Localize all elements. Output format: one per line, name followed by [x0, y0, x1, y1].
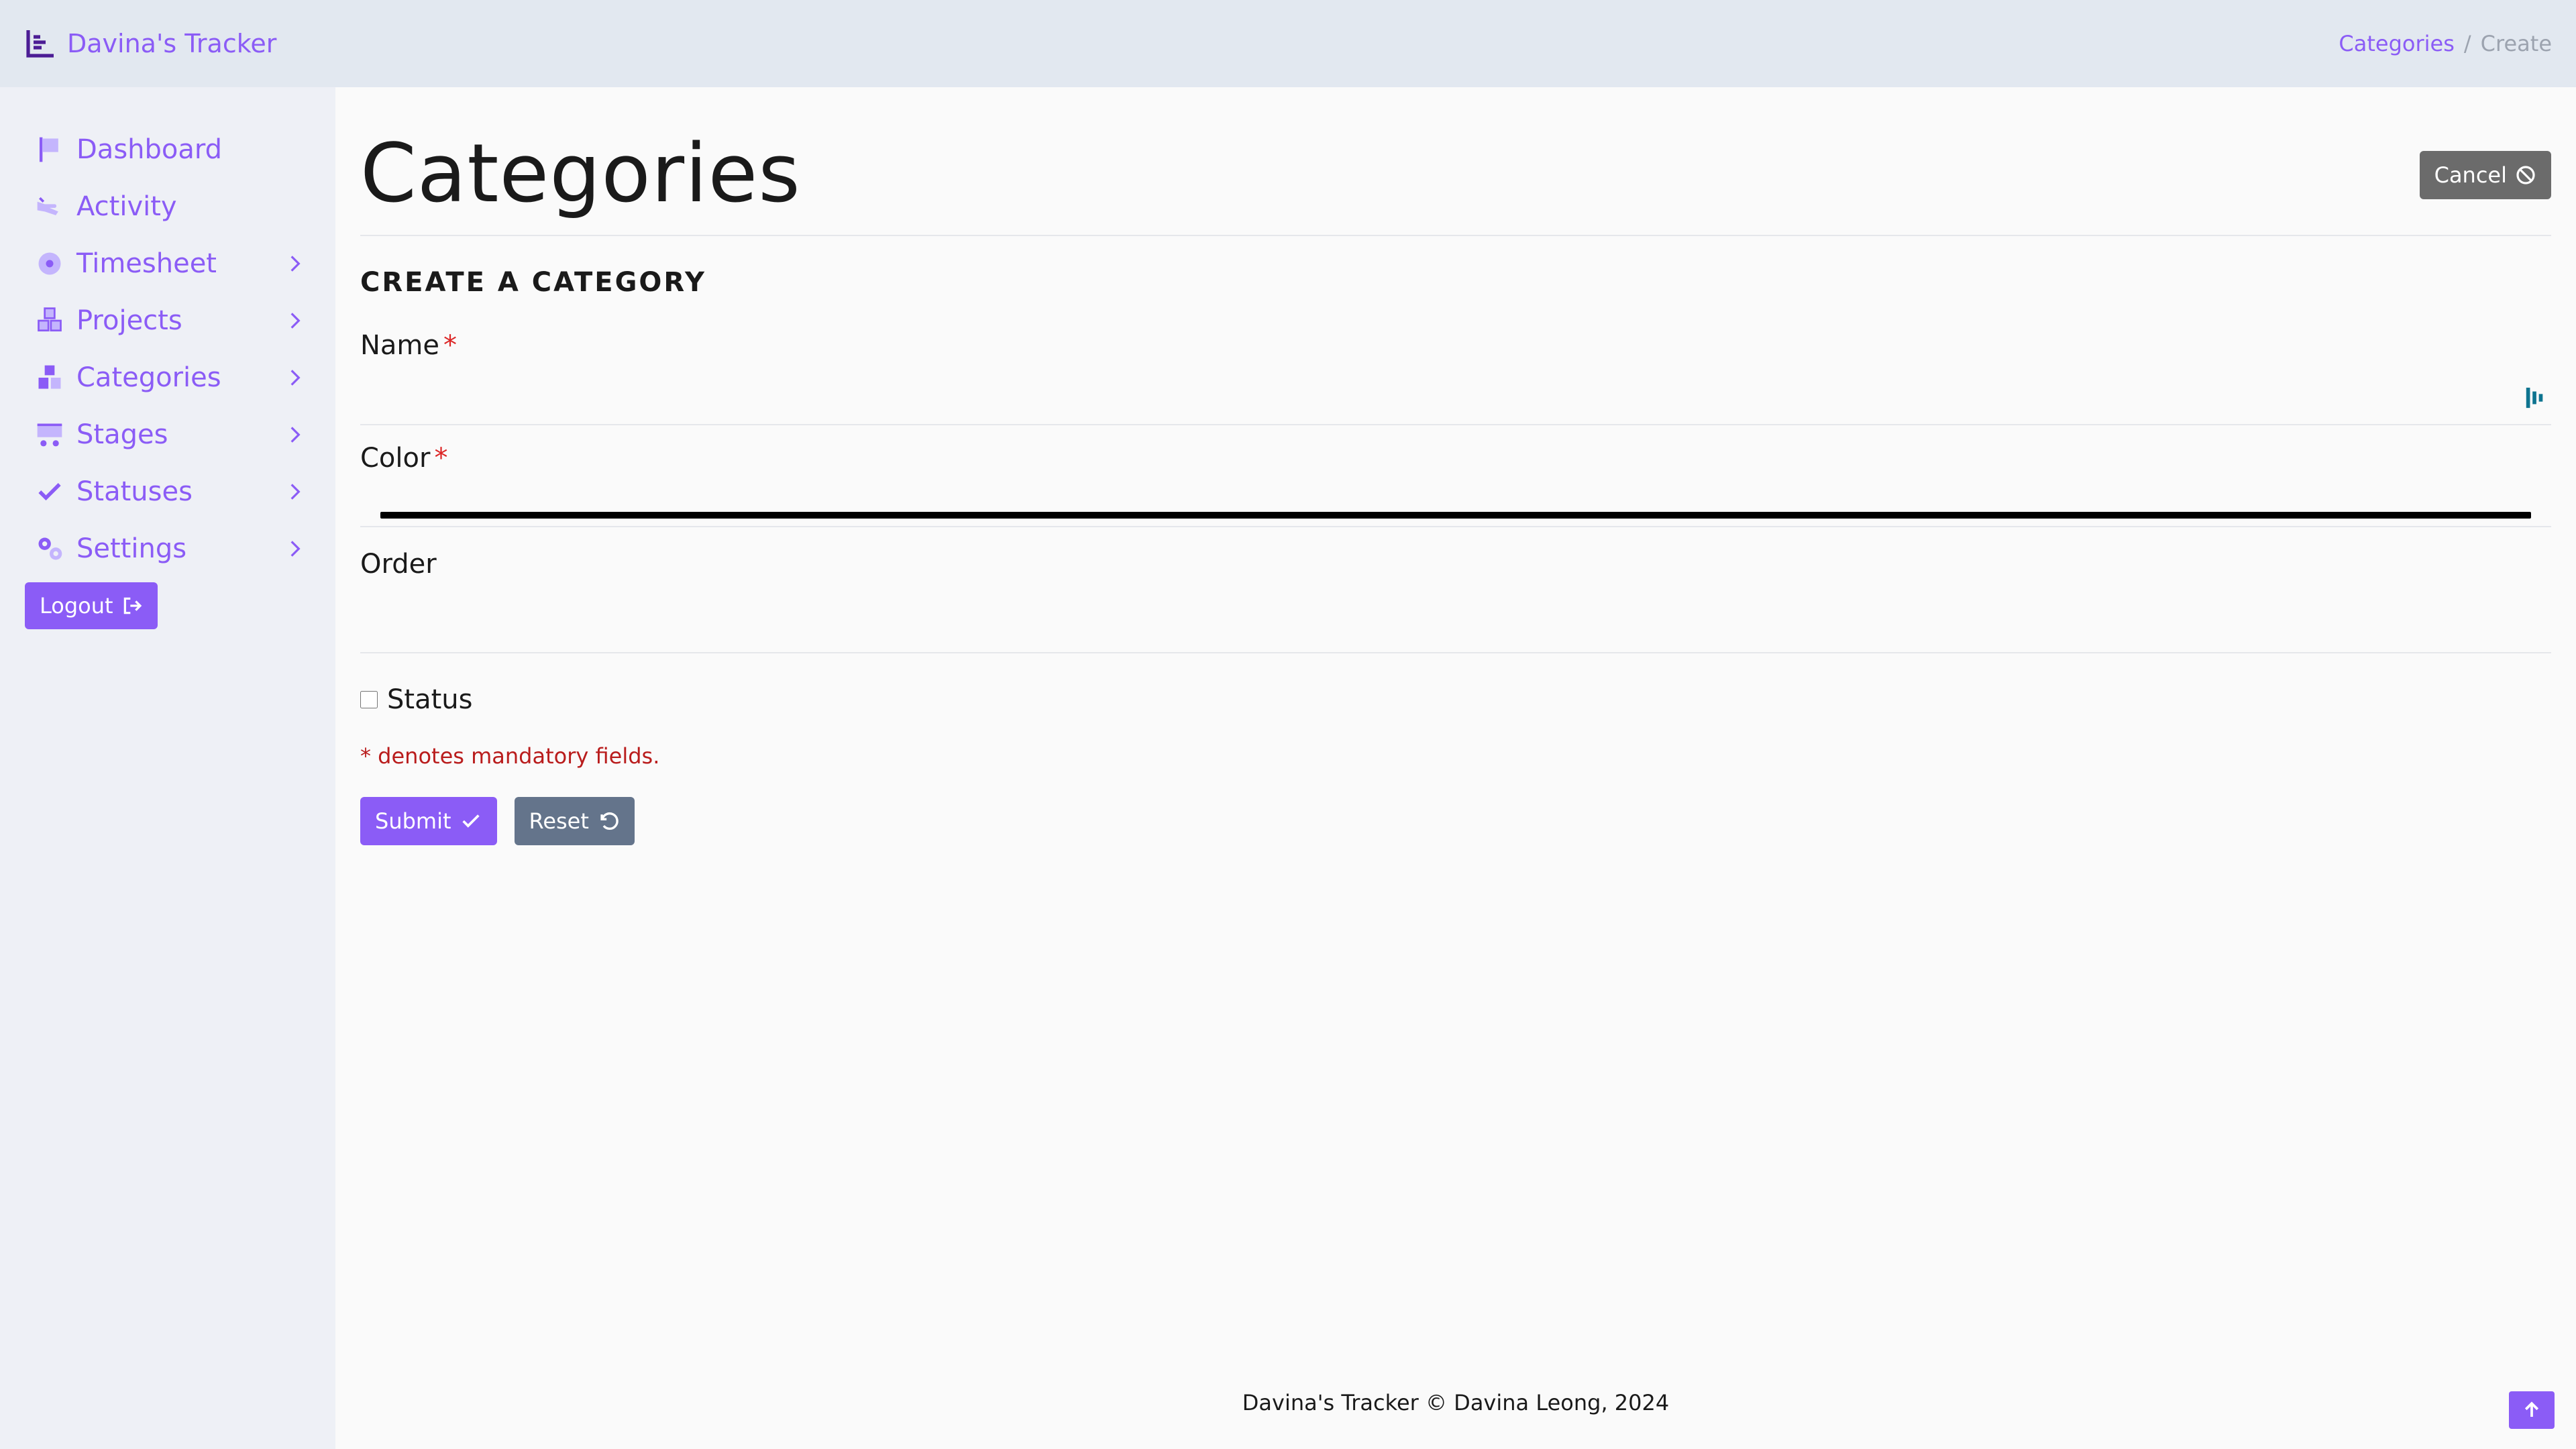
chevron-right-icon [290, 483, 301, 500]
check-icon [462, 814, 480, 828]
color-label: Color * [360, 443, 448, 474]
sidebar-item-activity[interactable]: Activity [0, 178, 335, 235]
status-checkbox[interactable] [360, 691, 378, 708]
color-picker-input[interactable] [380, 512, 2531, 519]
name-input[interactable] [360, 377, 2551, 417]
top-bar: Davina's Tracker Categories / Create [0, 0, 2576, 87]
form-title: CREATE A CATEGORY [360, 267, 706, 298]
hand-icon [34, 191, 66, 223]
cancel-button[interactable]: Cancel [2419, 151, 2551, 199]
sidebar-item-projects[interactable]: Projects [0, 292, 335, 349]
brand-name: Davina's Tracker [67, 29, 277, 58]
sign-out-icon [123, 597, 142, 614]
status-row: Status [360, 684, 2551, 715]
name-label: Name * [360, 330, 458, 361]
sidebar-item-categories[interactable]: Categories [0, 349, 335, 406]
chevron-right-icon [290, 540, 301, 557]
required-mark: * [443, 330, 458, 361]
sidebar-item-label: Timesheet [76, 248, 217, 279]
scroll-to-top-button[interactable] [2509, 1391, 2555, 1429]
sidebar-item-label: Categories [76, 362, 221, 393]
order-label: Order [360, 549, 437, 580]
required-mark: * [434, 443, 448, 474]
sidebar-item-label: Dashboard [76, 133, 223, 165]
breadcrumb: Categories / Create [2339, 31, 2552, 56]
reset-label: Reset [529, 808, 589, 834]
chart-icon [26, 30, 54, 58]
breadcrumb-separator: / [2463, 31, 2471, 56]
sidebar-item-timesheet[interactable]: Timesheet [0, 235, 335, 292]
sidebar-item-label: Stages [76, 419, 168, 450]
page-header: Categories Cancel [360, 87, 2551, 236]
submit-label: Submit [375, 808, 451, 834]
cubes-icon [34, 305, 66, 337]
form-actions: Submit Reset [360, 797, 2551, 845]
chevron-right-icon [290, 255, 301, 272]
chevron-right-icon [290, 426, 301, 443]
boxes-icon [34, 362, 66, 394]
mandatory-note: * denotes mandatory fields. [360, 743, 660, 769]
breadcrumb-categories-link[interactable]: Categories [2339, 31, 2454, 56]
chevron-right-icon [290, 369, 301, 386]
submit-button[interactable]: Submit [360, 797, 497, 845]
main-content: Categories Cancel CREATE A CATEGORY Name… [360, 87, 2551, 1449]
sidebar: Dashboard Activity Timesheet Projects Ca… [0, 87, 335, 1449]
sidebar-item-label: Settings [76, 533, 187, 564]
footer: Davina's Tracker © Davina Leong, 2024 [1242, 1390, 1670, 1415]
cancel-label: Cancel [2434, 162, 2507, 188]
chevron-right-icon [290, 312, 301, 329]
logout-button[interactable]: Logout [25, 582, 158, 629]
status-label: Status [387, 684, 473, 715]
sidebar-item-settings[interactable]: Settings [0, 520, 335, 577]
gears-icon [34, 533, 66, 565]
logout-label: Logout [40, 593, 113, 619]
sidebar-item-label: Activity [76, 191, 177, 222]
brand-link[interactable]: Davina's Tracker [24, 28, 276, 60]
name-field: Name * [360, 330, 2551, 425]
color-field: Color * [360, 443, 2551, 527]
sidebar-item-label: Statuses [76, 476, 193, 507]
sidebar-item-label: Projects [76, 305, 182, 336]
undo-icon [600, 812, 619, 830]
ban-icon [2516, 166, 2535, 184]
arrow-up-icon [2524, 1401, 2539, 1417]
page-title: Categories [360, 127, 801, 221]
cart-icon [34, 419, 66, 451]
order-field: Order [360, 549, 2551, 653]
reset-button[interactable]: Reset [514, 797, 635, 845]
password-manager-icon [2526, 387, 2543, 409]
sidebar-item-stages[interactable]: Stages [0, 406, 335, 463]
disc-icon [34, 248, 66, 280]
sidebar-item-dashboard[interactable]: Dashboard [0, 121, 335, 178]
flag-icon [34, 133, 66, 166]
sidebar-item-statuses[interactable]: Statuses [0, 463, 335, 520]
order-input[interactable] [360, 602, 2551, 643]
check-icon [34, 476, 66, 508]
breadcrumb-current: Create [2480, 31, 2552, 56]
